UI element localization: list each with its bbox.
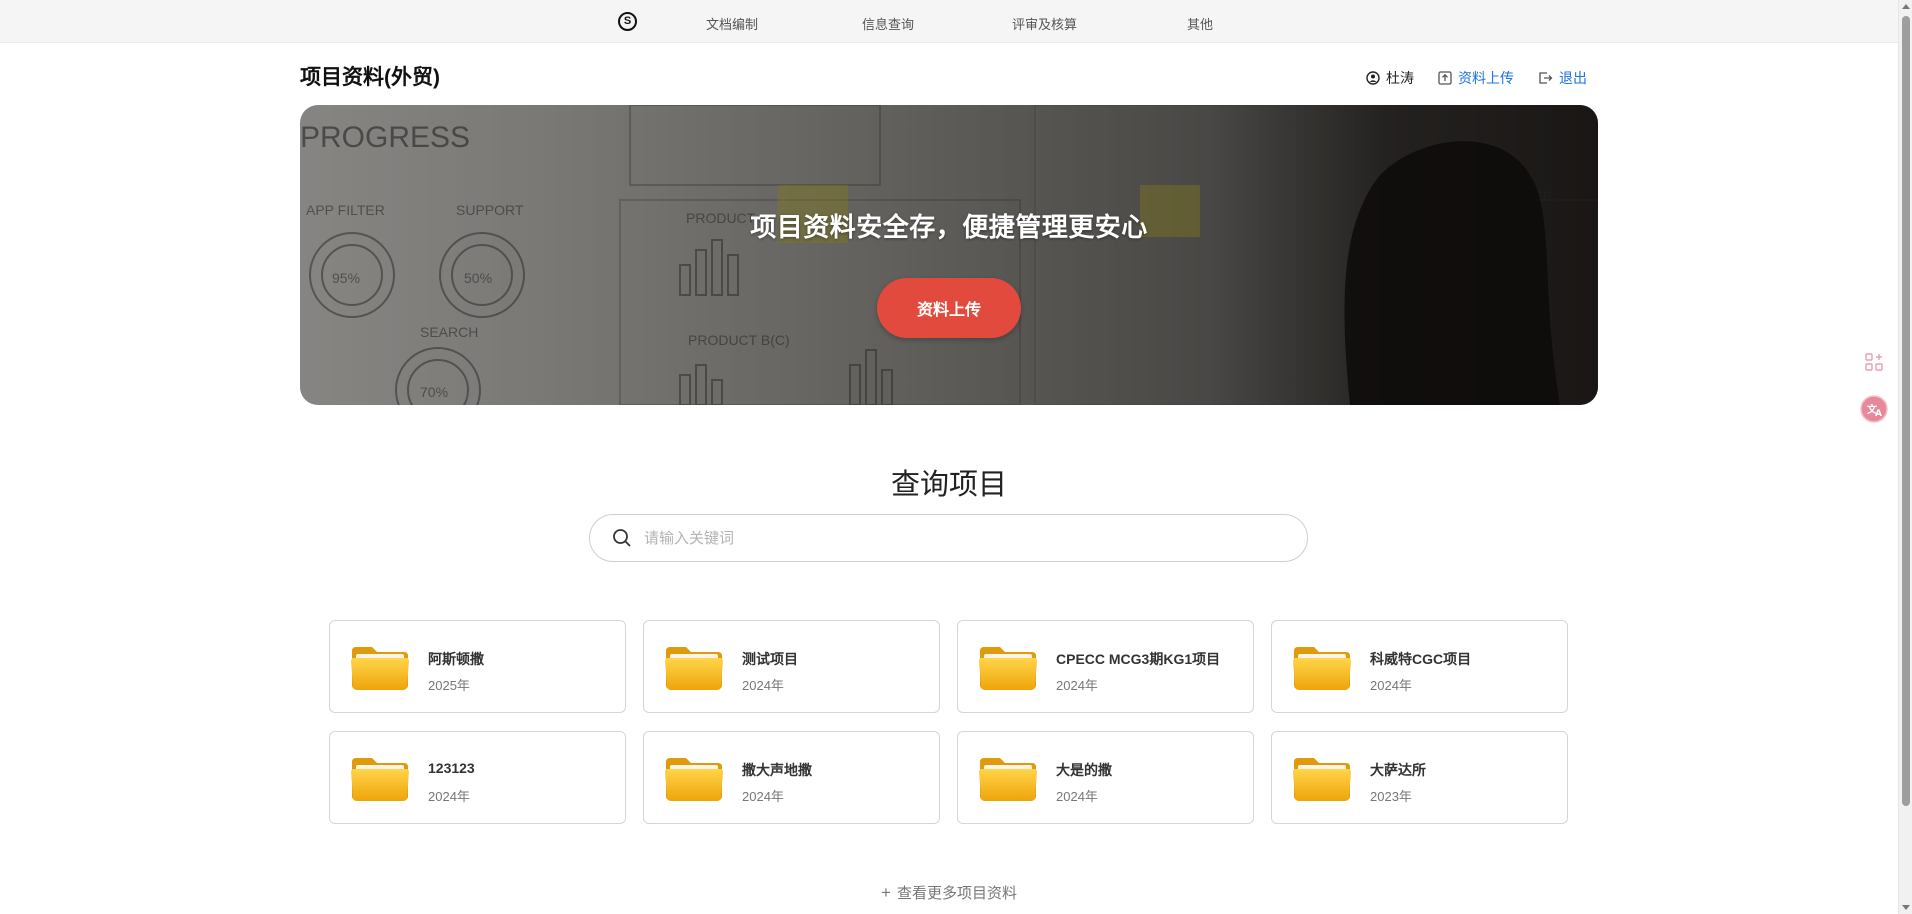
translate-icon[interactable]: 文 A bbox=[1860, 395, 1888, 428]
apps-add-icon[interactable] bbox=[1865, 353, 1883, 376]
banner-headline: 项目资料安全存，便捷管理更安心 bbox=[750, 212, 1148, 242]
project-year: 2024年 bbox=[1370, 678, 1412, 693]
user-menu[interactable]: 杜涛 bbox=[1366, 68, 1414, 88]
project-year: 2024年 bbox=[742, 789, 784, 804]
project-year: 2023年 bbox=[1370, 789, 1412, 804]
nav-item-info-query[interactable]: 信息查询 bbox=[862, 14, 914, 33]
top-nav-bar: S 文档编制 信息查询 评审及核算 其他 bbox=[0, 0, 1898, 43]
project-year: 2024年 bbox=[1056, 789, 1098, 804]
folder-icon bbox=[664, 754, 724, 802]
project-name: 123123 bbox=[428, 760, 475, 776]
folder-icon bbox=[978, 754, 1038, 802]
nav-item-other[interactable]: 其他 bbox=[1187, 14, 1213, 33]
vertical-scrollbar[interactable] bbox=[1898, 0, 1912, 914]
project-name: CPECC MCG3期KG1项目 bbox=[1056, 651, 1221, 667]
search-input[interactable] bbox=[644, 529, 1264, 547]
project-year: 2024年 bbox=[1056, 678, 1098, 693]
upload-link[interactable]: 资料上传 bbox=[1438, 68, 1514, 88]
banner-overlay bbox=[300, 105, 1598, 405]
plus-icon: + bbox=[881, 883, 891, 902]
nav-item-doc-compile[interactable]: 文档编制 bbox=[706, 14, 758, 33]
project-name: 科威特CGC项目 bbox=[1370, 651, 1472, 667]
logout-icon bbox=[1538, 71, 1553, 85]
folder-icon bbox=[664, 643, 724, 691]
search-box[interactable] bbox=[589, 514, 1308, 562]
hero-banner: PROGRESS APP FILTER SUPPORT SEARCH 95% 5… bbox=[300, 105, 1598, 405]
project-card[interactable]: CPECC MCG3期KG1项目 2024年 bbox=[957, 620, 1254, 713]
folder-icon bbox=[350, 643, 410, 691]
logout-link-label: 退出 bbox=[1559, 70, 1587, 86]
logout-link[interactable]: 退出 bbox=[1538, 68, 1587, 88]
upload-icon bbox=[1438, 71, 1452, 85]
user-icon bbox=[1366, 71, 1380, 85]
search-section-title: 查询项目 bbox=[890, 469, 1007, 501]
svg-text:A: A bbox=[1875, 409, 1882, 419]
search-icon bbox=[612, 528, 632, 548]
scrollbar-thumb[interactable] bbox=[1902, 16, 1910, 806]
project-card[interactable]: 撒大声地撒 2024年 bbox=[643, 731, 940, 824]
project-card[interactable]: 大是的撒 2024年 bbox=[957, 731, 1254, 824]
folder-icon bbox=[350, 754, 410, 802]
header-actions: 杜涛 资料上传 退出 bbox=[1366, 68, 1587, 88]
view-more-label: 查看更多项目资料 bbox=[896, 885, 1017, 902]
project-year: 2024年 bbox=[742, 678, 784, 693]
project-name: 撒大声地撒 bbox=[742, 762, 812, 778]
project-name: 大是的撒 bbox=[1056, 762, 1112, 778]
project-year: 2024年 bbox=[428, 789, 470, 804]
project-card[interactable]: 科威特CGC项目 2024年 bbox=[1271, 620, 1568, 713]
project-card[interactable]: 123123 2024年 bbox=[329, 731, 626, 824]
project-name: 阿斯顿撒 bbox=[428, 651, 484, 667]
folder-icon bbox=[1292, 754, 1352, 802]
user-name: 杜涛 bbox=[1386, 70, 1414, 86]
project-card[interactable]: 测试项目 2024年 bbox=[643, 620, 940, 713]
banner-upload-button[interactable]: 资料上传 bbox=[877, 278, 1021, 338]
view-more-projects-link[interactable]: + 查看更多项目资料 bbox=[0, 882, 1898, 903]
scroll-down-arrow-icon[interactable] bbox=[1902, 905, 1910, 910]
project-name: 大萨达所 bbox=[1370, 762, 1426, 778]
project-year: 2025年 bbox=[428, 678, 470, 693]
s-logo-icon[interactable]: S bbox=[618, 12, 637, 31]
page-title: 项目资料(外贸) bbox=[300, 66, 440, 89]
project-card[interactable]: 阿斯顿撒 2025年 bbox=[329, 620, 626, 713]
project-name: 测试项目 bbox=[742, 651, 798, 667]
project-card[interactable]: 大萨达所 2023年 bbox=[1271, 731, 1568, 824]
nav-item-review-accounting[interactable]: 评审及核算 bbox=[1012, 14, 1077, 33]
folder-icon bbox=[1292, 643, 1352, 691]
upload-link-label: 资料上传 bbox=[1458, 70, 1514, 86]
folder-icon bbox=[978, 643, 1038, 691]
scroll-up-arrow-icon[interactable] bbox=[1902, 4, 1910, 9]
